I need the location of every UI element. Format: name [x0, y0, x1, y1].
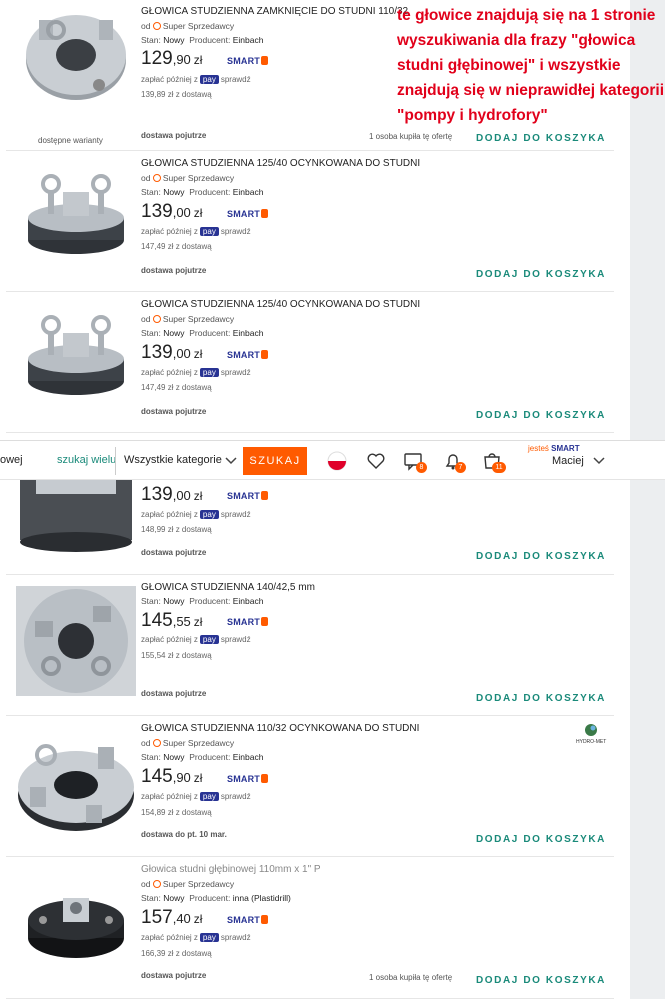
super-seller-icon [152, 880, 161, 888]
listing-title[interactable]: GŁOWICA STUDZIENNA 125/40 OCYNKOWANA DO … [141, 158, 420, 169]
listing-title[interactable]: GŁOWICA STUDZIENNA 125/40 OCYNKOWANA DO … [141, 299, 420, 310]
category-select[interactable]: Wszystkie kategorie [124, 454, 222, 466]
listing-title[interactable]: Głowica studni głębinowej 110mm x 1" P [141, 864, 321, 875]
price-with-delivery: 139,89 zł z dostawą [141, 90, 212, 99]
search-input[interactable]: owej [0, 454, 23, 466]
bought-count: 1 osoba kupiła tę ofertę [369, 132, 453, 141]
pay-later[interactable]: zapłać później z pay sprawdź [141, 510, 251, 519]
product-image[interactable] [16, 727, 136, 837]
hydro-met-logo-icon [585, 724, 598, 736]
add-to-cart-button[interactable]: DODAJ DO KOSZYKA [476, 975, 606, 986]
listing-card[interactable]: GŁOWICA STUDZIENNA 110/32 OCYNKOWANA DO … [6, 717, 614, 857]
listing-title[interactable]: GŁOWICA STUDZIENNA ZAMKNIĘCIE DO STUDNI … [141, 6, 408, 17]
add-to-cart-button[interactable]: DODAJ DO KOSZYKA [476, 551, 606, 562]
notifications-count-badge: 7 [455, 462, 466, 473]
variants-label[interactable]: dostępne warianty [38, 136, 103, 145]
smart-badge: SMART [227, 350, 268, 360]
price-with-delivery: 147,49 zł z dostawą [141, 383, 212, 392]
seller-line: od Super Sprzedawcy [141, 738, 235, 748]
seller-line: od Super Sprzedawcy [141, 314, 235, 324]
delivery-info: dostawa do pt. 10 mar. [141, 830, 227, 839]
pay-later[interactable]: zapłać później z pay sprawdź [141, 75, 251, 84]
listing-title[interactable]: GŁOWICA STUDZIENNA 110/32 OCYNKOWANA DO … [141, 723, 419, 734]
add-to-cart-button[interactable]: DODAJ DO KOSZYKA [476, 693, 606, 704]
seller-line: od Super Sprzedawcy [141, 879, 235, 889]
pay-later[interactable]: zapłać później z pay sprawdź [141, 635, 251, 644]
attributes-line: Stan: Nowy Producent: Einbach [141, 187, 264, 197]
smart-badge: SMART [227, 209, 268, 219]
search-button[interactable]: SZUKAJ [243, 447, 307, 475]
user-menu[interactable]: Maciej [552, 455, 584, 467]
product-image[interactable] [16, 162, 136, 272]
pay-later[interactable]: zapłać później z pay sprawdź [141, 792, 251, 801]
product-image[interactable] [16, 586, 136, 696]
cart-count-badge: 11 [492, 462, 506, 473]
bought-count: 1 osoba kupiła tę ofertę [369, 973, 453, 982]
pay-later[interactable]: zapłać później z pay sprawdź [141, 227, 251, 236]
add-to-cart-button[interactable]: DODAJ DO KOSZYKA [476, 269, 606, 280]
price: 157,40 zł [141, 907, 203, 928]
add-to-cart-button[interactable]: DODAJ DO KOSZYKA [476, 834, 606, 845]
pay-later[interactable]: zapłać później z pay sprawdź [141, 933, 251, 942]
heart-icon[interactable] [366, 451, 386, 471]
super-seller-icon [152, 315, 161, 323]
super-seller-icon [152, 739, 161, 747]
price-with-delivery: 147,49 zł z dostawą [141, 242, 212, 251]
listing-card[interactable]: GŁOWICA STUDZIENNA 140/42,5 mm Stan: Now… [6, 576, 614, 716]
delivery-info: dostawa pojutrze [141, 971, 207, 980]
attributes-line: Stan: Nowy Producent: Einbach [141, 328, 264, 338]
price: 129,90 zł [141, 48, 203, 69]
chevron-down-icon[interactable] [224, 453, 238, 467]
delivery-info: dostawa pojutrze [141, 266, 207, 275]
attributes-line: Stan: Nowy Producent: Einbach [141, 596, 264, 606]
delivery-info: dostawa pojutrze [141, 689, 207, 698]
poland-flag-icon[interactable] [327, 451, 347, 471]
divider [115, 447, 116, 475]
price: 139,00 zł [141, 484, 203, 505]
attributes-line: Stan: Nowy Producent: Einbach [141, 752, 264, 762]
add-to-cart-button[interactable]: DODAJ DO KOSZYKA [476, 133, 606, 144]
product-image[interactable] [16, 303, 136, 413]
attributes-line: Stan: Nowy Producent: Einbach [141, 35, 264, 45]
smart-badge: SMART [227, 774, 268, 784]
annotation-text: te głowice znajdują się na 1 stronie wys… [397, 7, 665, 124]
listing-card[interactable]: GŁOWICA STUDZIENNA 125/40 OCYNKOWANA DO … [6, 293, 614, 433]
right-sidebar-gutter [630, 0, 665, 999]
smart-badge: SMART [227, 491, 268, 501]
price-with-delivery: 166,39 zł z dostawą [141, 949, 212, 958]
listing-card[interactable]: GŁOWICA STUDZIENNA 125/40 OCYNKOWANA DO … [6, 152, 614, 292]
delivery-info: dostawa pojutrze [141, 548, 207, 557]
listing-title[interactable]: GŁOWICA STUDZIENNA 140/42,5 mm [141, 582, 315, 593]
seller-line: od Super Sprzedawcy [141, 21, 235, 31]
brand-logo: HYDRO-MET [576, 723, 606, 745]
sticky-search-bar: owej szukaj wielu Wszystkie kategorie SZ… [0, 440, 665, 480]
chevron-down-icon[interactable] [592, 453, 606, 467]
search-many-link[interactable]: szukaj wielu [57, 454, 116, 466]
smart-badge: SMART [227, 617, 268, 627]
delivery-info: dostawa pojutrze [141, 131, 207, 140]
product-image[interactable] [16, 0, 136, 110]
super-seller-icon [152, 174, 161, 182]
attributes-line: Stan: Nowy Producent: inna (Plastidrill) [141, 893, 291, 903]
super-seller-icon [152, 22, 161, 30]
price: 139,00 zł [141, 201, 203, 222]
price: 139,00 zł [141, 342, 203, 363]
delivery-info: dostawa pojutrze [141, 407, 207, 416]
price-with-delivery: 148,99 zł z dostawą [141, 525, 212, 534]
seller-line: od Super Sprzedawcy [141, 173, 235, 183]
smart-badge: SMART [227, 915, 268, 925]
price-with-delivery: 155,54 zł z dostawą [141, 651, 212, 660]
listing-card[interactable]: Głowica studni głębinowej 110mm x 1" P o… [6, 858, 614, 999]
messages-count-badge: 8 [416, 462, 427, 473]
product-image[interactable] [16, 480, 136, 556]
product-image[interactable] [16, 868, 136, 978]
price-with-delivery: 154,89 zł z dostawą [141, 808, 212, 817]
pay-later[interactable]: zapłać później z pay sprawdź [141, 368, 251, 377]
add-to-cart-button[interactable]: DODAJ DO KOSZYKA [476, 410, 606, 421]
smart-status: jesteś SMART [528, 444, 580, 453]
price: 145,55 zł [141, 610, 203, 631]
price: 145,90 zł [141, 766, 203, 787]
smart-badge: SMART [227, 56, 268, 66]
